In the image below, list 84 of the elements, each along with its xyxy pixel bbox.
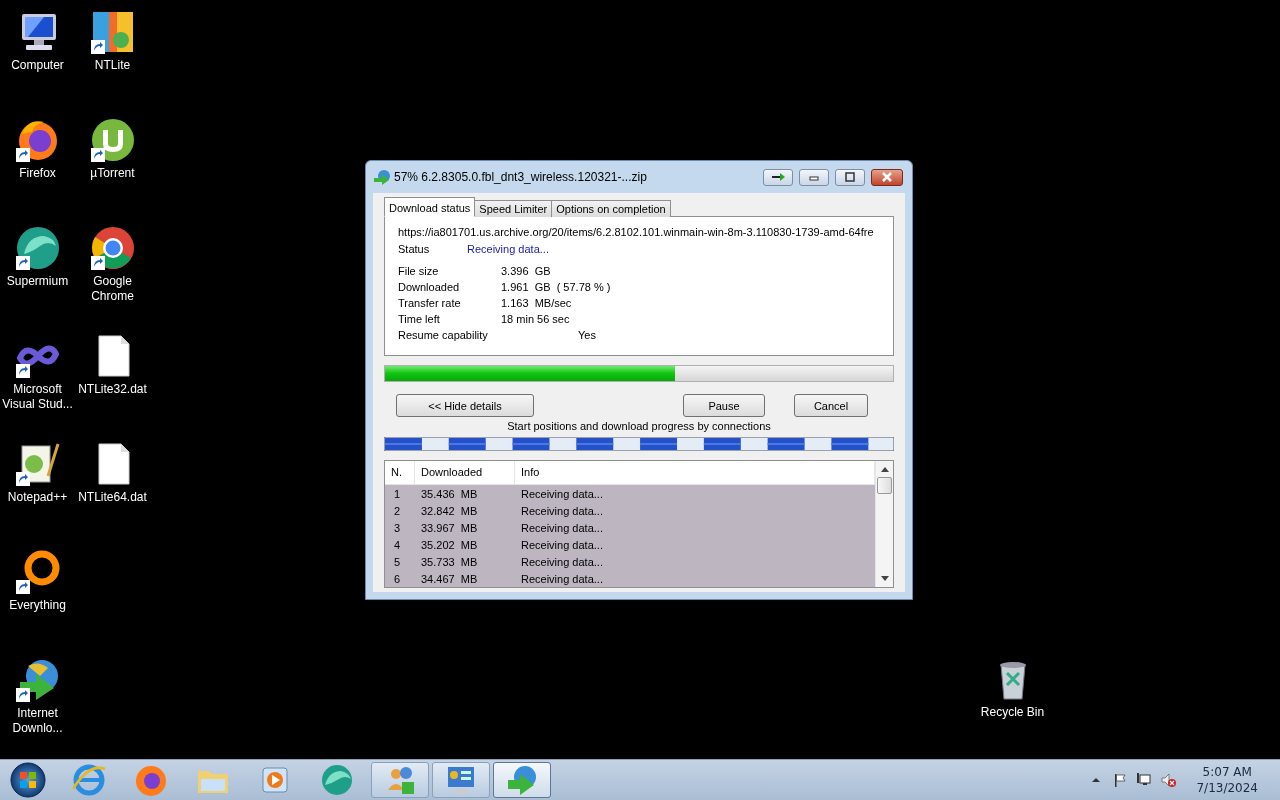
pause-button[interactable]: Pause [683, 394, 765, 417]
field-label: Transfer rate [398, 297, 462, 309]
window-title: 57% 6.2.8305.0.fbl_dnt3_wireless.120321-...zip [394, 170, 648, 184]
icon-label[interactable]: Firefox [0, 166, 75, 181]
field-value: 3.396 GB [501, 265, 551, 277]
maximize-icon [843, 172, 857, 182]
scroll-thumb[interactable] [877, 477, 892, 494]
close-icon [880, 172, 894, 182]
table-cell-text: 33.967 MB [420, 521, 479, 534]
icon-label[interactable]: Internet Downlo... [0, 706, 75, 736]
globe-arrow-icon [374, 169, 390, 185]
icon-label[interactable]: Microsoft Visual Stud... [0, 382, 75, 412]
table-cell-text: 2 [393, 504, 402, 517]
arrow-icon [771, 172, 785, 182]
scroll-up-icon[interactable] [880, 466, 889, 472]
icon-label[interactable]: Recycle Bin [975, 705, 1050, 720]
taskbar-button[interactable] [493, 762, 551, 798]
table-cell-text: 35.202 MB [420, 538, 479, 551]
taskbar-button[interactable] [371, 762, 429, 798]
field-label: Status [398, 242, 431, 255]
maximize-button[interactable] [835, 168, 865, 186]
globe-arrow-icon [506, 764, 538, 796]
minimize-button[interactable] [799, 168, 829, 186]
table-cell-text: 35.733 MB [420, 555, 479, 568]
scroll-down-icon[interactable] [880, 576, 889, 582]
flag-icon[interactable] [1112, 772, 1129, 788]
table-cell-text: 32.842 MB [420, 504, 479, 517]
clock-date: 7/13/2024 [1196, 780, 1258, 796]
field-label: Time left [398, 313, 441, 325]
table-row[interactable]: 6 34.467 MB Receiving data... [385, 570, 875, 587]
table-row[interactable]: 1 35.436 MB Receiving data... [385, 485, 875, 502]
clock-time: 5:07 AM [1202, 764, 1252, 780]
table-cell-text: Receiving data... [520, 487, 604, 500]
field-value: 1.961 GB ( 57.78 % ) [501, 281, 611, 293]
table-cell-text: 5 [393, 555, 402, 568]
icon-label[interactable]: Everything [0, 598, 75, 613]
table-cell-text: 3 [393, 521, 402, 534]
control-panel-icon [445, 764, 477, 796]
tab[interactable]: Download status [384, 197, 476, 217]
field-value: Yes [578, 329, 596, 341]
table-cell-text: 35.436 MB [420, 487, 479, 500]
table-cell-text: Receiving data... [520, 555, 604, 568]
cancel-button[interactable]: Cancel [794, 394, 868, 417]
table-cell-text: Receiving data... [520, 538, 604, 551]
taskbar-button[interactable] [432, 762, 490, 798]
table-row[interactable]: 2 32.842 MB Receiving data... [385, 502, 875, 519]
table-cell-text: 4 [393, 538, 402, 551]
clock[interactable]: 5:07 AM 7/13/2024 [1196, 764, 1258, 796]
field-value: 18 min 56 sec [501, 313, 570, 325]
icon-label[interactable]: Google Chrome [75, 274, 150, 304]
tab[interactable]: Speed Limiter [474, 200, 553, 217]
icon-label[interactable]: µTorrent [75, 166, 150, 181]
field-label: Downloaded [398, 281, 461, 293]
table-row[interactable]: 5 35.733 MB Receiving data... [385, 553, 875, 570]
column-header[interactable]: Downloaded [415, 461, 515, 484]
scrollbar[interactable] [875, 461, 893, 587]
download-url: https://ia801701.us.archive.org/20/items/6.2.8102.101.winmain-win-8m-3.110830-1739-amd-64fre [398, 225, 874, 238]
icon-label[interactable]: Notepad++ [0, 490, 75, 505]
column-header[interactable]: N. [385, 461, 415, 484]
table-cell-text: 1 [393, 487, 402, 500]
table-row[interactable]: 3 33.967 MB Receiving data... [385, 519, 875, 536]
table-cell-text: Receiving data... [520, 521, 604, 534]
table-cell-text: Receiving data... [520, 504, 604, 517]
icon-label[interactable]: Computer [0, 58, 75, 73]
close-button[interactable] [871, 168, 903, 186]
icon-label[interactable]: NTLite32.dat [75, 382, 150, 397]
table-cell-text: 6 [393, 572, 402, 585]
hide-to-tray-button[interactable] [763, 168, 793, 186]
table-cell-text: Receiving data... [520, 572, 604, 585]
field-label: Resume capability [398, 329, 489, 341]
speaker-muted-icon[interactable] [1160, 772, 1177, 788]
table-cell-text: 34.467 MB [420, 572, 479, 585]
field-label: File size [398, 265, 440, 277]
network-icon[interactable] [1136, 772, 1153, 788]
status-value: Receiving data... [467, 242, 549, 255]
icon-label[interactable]: NTLite [75, 58, 150, 73]
hide-details-button[interactable]: << Hide details [396, 394, 534, 417]
connections-caption: Start positions and download progress by connections [506, 420, 772, 434]
start-button[interactable] [8, 761, 48, 799]
icon-label[interactable]: NTLite64.dat [75, 490, 150, 505]
table-row[interactable]: 4 35.202 MB Receiving data... [385, 536, 875, 553]
tab[interactable]: Options on completion [551, 200, 671, 217]
icon-label[interactable]: Supermium [0, 274, 75, 289]
field-value: 1.163 MB/sec [501, 297, 572, 309]
